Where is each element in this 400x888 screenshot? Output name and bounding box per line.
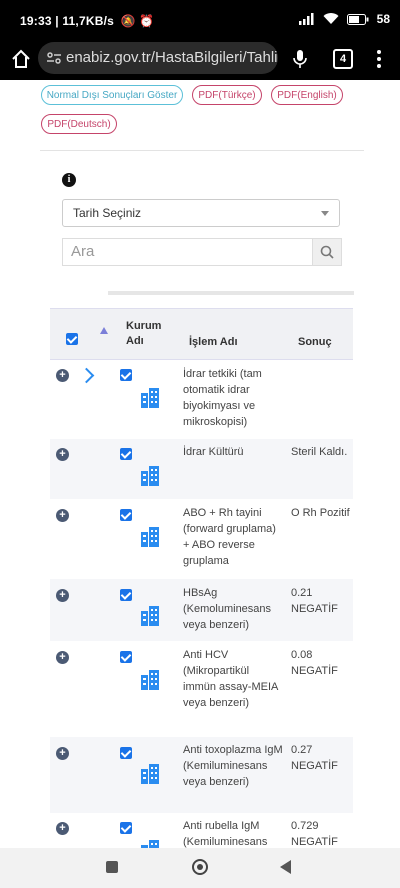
url-text: enabiz.gov.tr/HastaBilgileri/Tahliller <box>66 49 278 66</box>
table-row: + İdrar tetkiki (tam otomatik idrar biyo… <box>50 359 353 439</box>
battery-icon <box>346 13 369 25</box>
search-icon <box>320 245 334 259</box>
expand-icon[interactable]: + <box>56 369 69 382</box>
home-button[interactable] <box>192 859 208 875</box>
table-row: + Anti rubella IgM (Kemiluminesans veya … <box>50 813 353 848</box>
row-checkbox[interactable] <box>120 369 132 381</box>
expand-icon[interactable]: + <box>56 651 69 664</box>
building-icon <box>141 527 159 547</box>
header-islem[interactable]: İşlem Adı <box>189 335 238 350</box>
chevron-right-icon[interactable] <box>78 367 95 384</box>
search-button[interactable] <box>312 238 342 266</box>
page-content: Normal Dışı Sonuçları Göster PDF(Türkçe)… <box>0 80 400 848</box>
date-select-value: Tarih Seçiniz <box>73 206 142 220</box>
table-row: + Anti toxoplazma IgM (Kemiluminesans ve… <box>50 737 353 813</box>
building-icon <box>141 466 159 486</box>
tabs-icon[interactable]: 4 <box>333 49 353 69</box>
table-header: Kurum Adı İşlem Adı Sonuç <box>50 308 353 360</box>
header-sonuc[interactable]: Sonuç <box>298 335 332 350</box>
building-icon <box>141 764 159 784</box>
building-icon <box>141 388 159 408</box>
sonuc: 0.729 NEGATİF <box>291 820 338 848</box>
header-kurum[interactable]: Kurum Adı <box>126 319 166 349</box>
horizontal-scrollbar[interactable] <box>108 291 354 295</box>
building-icon <box>141 840 159 848</box>
wifi-icon <box>323 13 339 24</box>
table-row: + ABO + Rh tayini (forward gruplama) + A… <box>50 499 353 579</box>
expand-icon[interactable]: + <box>56 822 69 835</box>
building-icon <box>141 606 159 626</box>
table-row: + İdrar Kültürü Steril Kaldı. <box>50 439 353 499</box>
normal-disi-button[interactable]: Normal Dışı Sonuçları Göster <box>41 85 183 105</box>
building-icon <box>141 670 159 690</box>
islem-adi: HBsAg (Kemoluminesans veya benzeri) <box>183 587 272 631</box>
browser-toolbar: enabiz.gov.tr/HastaBilgileri/Tahliller 4 <box>0 40 400 80</box>
menu-icon[interactable] <box>376 48 382 70</box>
sonuc: 0.21 NEGATİF <box>291 587 338 615</box>
islem-adi: İdrar Kültürü <box>183 446 244 458</box>
row-checkbox[interactable] <box>120 509 132 521</box>
sonuc: 0.27 NEGATİF <box>291 744 338 772</box>
status-left: 19:33 | 11,7KB/s 🔕 ⏰ <box>20 14 155 28</box>
mic-icon[interactable] <box>292 49 308 69</box>
url-bar[interactable]: enabiz.gov.tr/HastaBilgileri/Tahliller <box>38 42 278 74</box>
row-checkbox[interactable] <box>120 448 132 460</box>
date-select[interactable]: Tarih Seçiniz <box>62 199 340 227</box>
sort-icon[interactable] <box>100 327 108 334</box>
signal-icon <box>298 13 314 25</box>
row-checkbox[interactable] <box>120 651 132 663</box>
islem-adi: İdrar tetkiki (tam otomatik idrar biyoki… <box>183 368 262 428</box>
sonuc: O Rh Pozitif <box>291 507 350 519</box>
home-icon[interactable] <box>10 48 32 70</box>
divider <box>40 150 364 151</box>
islem-adi: ABO + Rh tayini (forward gruplama) + ABO… <box>183 507 276 567</box>
status-right: 58 <box>298 12 390 26</box>
status-speed: 11,7KB/s <box>62 14 114 28</box>
islem-adi: Anti rubella IgM (Kemiluminesans veya be… <box>183 820 268 848</box>
pdf-deutsch-button[interactable]: PDF(Deutsch) <box>41 114 117 134</box>
table-row: + HBsAg (Kemoluminesans veya benzeri) 0.… <box>50 579 353 641</box>
chevron-down-icon <box>321 211 329 216</box>
pdf-english-button[interactable]: PDF(English) <box>271 85 343 105</box>
row-checkbox[interactable] <box>120 589 132 601</box>
site-settings-icon[interactable] <box>46 50 62 66</box>
battery-percent: 58 <box>376 12 390 26</box>
sonuc: 0.08 NEGATİF <box>291 649 338 677</box>
row-checkbox[interactable] <box>120 822 132 834</box>
expand-icon[interactable]: + <box>56 589 69 602</box>
expand-icon[interactable]: + <box>56 448 69 461</box>
pdf-turkce-button[interactable]: PDF(Türkçe) <box>192 85 262 105</box>
recents-button[interactable] <box>106 861 118 873</box>
table-row: + Anti HCV (Mikropartikül immün assay-ME… <box>50 641 353 737</box>
islem-adi: Anti HCV (Mikropartikül immün assay-MEIA… <box>183 649 278 709</box>
status-bar: 19:33 | 11,7KB/s 🔕 ⏰ 58 <box>0 0 400 40</box>
islem-adi: Anti toxoplazma IgM (Kemiluminesans veya… <box>183 744 283 788</box>
sonuc: Steril Kaldı. <box>291 446 348 458</box>
back-button[interactable] <box>280 860 291 874</box>
info-icon[interactable]: i <box>62 173 76 187</box>
status-time: 19:33 <box>20 14 52 28</box>
expand-icon[interactable]: + <box>56 509 69 522</box>
system-nav-bar <box>0 848 400 888</box>
status-icons-left: 🔕 ⏰ <box>120 14 155 28</box>
search-input[interactable]: Ara <box>62 238 312 266</box>
row-checkbox[interactable] <box>120 747 132 759</box>
expand-icon[interactable]: + <box>56 747 69 760</box>
select-all-checkbox[interactable] <box>66 333 78 345</box>
